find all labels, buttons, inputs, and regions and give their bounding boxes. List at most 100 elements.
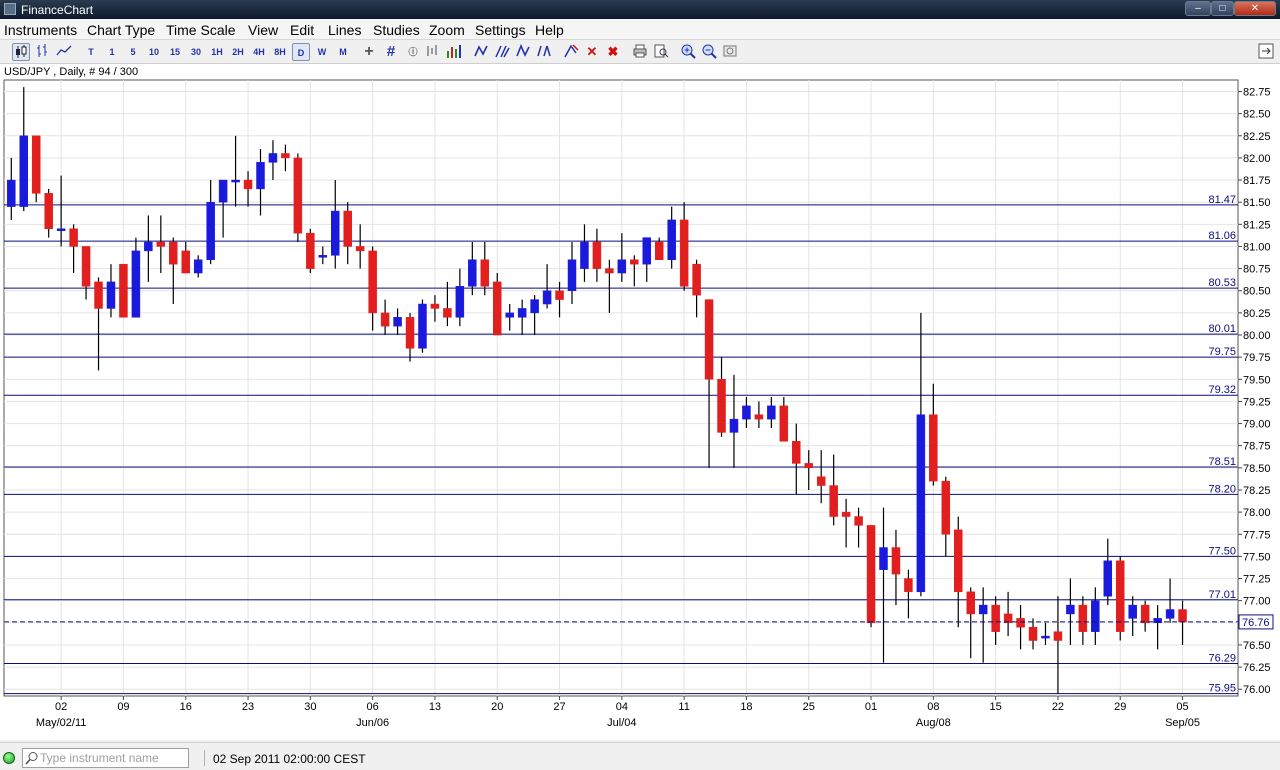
price-chart-canvas[interactable]: 82.75 82.50 82.25 82.00 81.75 81.50 81.25 81.00… <box>0 78 1280 740</box>
x-axis-tick-label: 20 <box>491 701 503 713</box>
candle-body <box>1165 609 1175 619</box>
crosshair-icon[interactable]: + <box>360 43 378 61</box>
zoom-reset-icon[interactable] <box>721 43 739 61</box>
candle-body <box>281 153 290 159</box>
channel-icon[interactable] <box>493 43 511 61</box>
y-axis-tick-label: 76.00 <box>1243 684 1271 696</box>
x-axis-tick-label: 27 <box>553 701 565 713</box>
delete-line-icon[interactable] <box>562 43 580 61</box>
timeframe-4h-button[interactable]: 4H <box>250 43 268 61</box>
timeframe-1-button[interactable]: 1 <box>103 43 121 61</box>
menu-help[interactable]: Help <box>535 22 564 38</box>
candle-body <box>904 578 913 593</box>
timeframe-w-button[interactable]: W <box>313 43 331 61</box>
trendline-icon[interactable] <box>472 43 490 61</box>
candle-body <box>231 179 240 183</box>
candle-body <box>1091 600 1100 632</box>
candle-body <box>630 259 639 265</box>
maximize-button[interactable]: □ <box>1211 1 1234 16</box>
price-chart[interactable]: 82.75 82.50 82.25 82.00 81.75 81.50 81.25 81.00… <box>0 78 1280 740</box>
candle-body <box>667 219 676 260</box>
candle-body <box>642 237 652 265</box>
timeframe-1h-button[interactable]: 1H <box>208 43 226 61</box>
timeframe-8h-button[interactable]: 8H <box>271 43 289 61</box>
menu-edit[interactable]: Edit <box>290 22 314 38</box>
menu-settings[interactable]: Settings <box>475 22 526 38</box>
candle-body <box>779 405 789 442</box>
candle-body <box>792 441 801 464</box>
zoom-out-icon[interactable] <box>700 43 718 61</box>
timeframe-15-button[interactable]: 15 <box>166 43 184 61</box>
horizontal-level-label: 80.01 <box>1208 323 1236 335</box>
bar-chart-icon[interactable] <box>34 43 52 61</box>
menu-time-scale[interactable]: Time Scale <box>166 22 236 38</box>
candle-body <box>542 290 552 305</box>
menu-view[interactable]: View <box>248 22 278 38</box>
timeframe-30-button[interactable]: 30 <box>187 43 205 61</box>
timeframe-m-button[interactable]: M <box>334 43 352 61</box>
timeframe-10-button[interactable]: 10 <box>145 43 163 61</box>
candle-body <box>929 414 938 482</box>
candle-body <box>306 232 315 269</box>
candle-body <box>1103 560 1113 597</box>
candlestick-chart-icon[interactable] <box>12 43 30 61</box>
candle-body <box>804 463 813 469</box>
x-axis-tick-label: 30 <box>304 701 316 713</box>
andrews-pitchfork-icon[interactable] <box>535 43 553 61</box>
menu-chart-type[interactable]: Chart Type <box>87 22 155 38</box>
delete-all-icon[interactable]: ✖ <box>604 43 622 61</box>
line-chart-icon[interactable] <box>55 43 73 61</box>
timeframe-5-button[interactable]: 5 <box>124 43 142 61</box>
candle-body <box>916 414 926 593</box>
minimize-button[interactable]: – <box>1185 1 1211 16</box>
fibonacci-icon[interactable] <box>514 43 532 61</box>
candle-body <box>318 255 328 258</box>
close-button[interactable]: ✕ <box>1234 1 1276 16</box>
grid-icon[interactable]: # <box>382 43 400 61</box>
x-axis-tick-label: 18 <box>740 701 752 713</box>
candle-body <box>517 308 527 318</box>
window-title: FinanceChart <box>21 3 94 17</box>
x-axis-month-label: May/02/11 <box>36 717 87 729</box>
y-axis-tick-label: 78.75 <box>1243 441 1271 453</box>
delete-icon[interactable]: ✕ <box>583 43 601 61</box>
zoom-in-icon[interactable] <box>679 43 697 61</box>
y-axis-tick-label: 79.00 <box>1243 419 1271 431</box>
candle-body <box>1178 609 1187 623</box>
y-axis-tick-label: 79.25 <box>1243 396 1271 408</box>
instrument-search-input[interactable] <box>40 750 185 766</box>
candle-body <box>978 604 988 615</box>
candle-body <box>405 317 415 349</box>
horizontal-level-label: 76.29 <box>1208 653 1236 665</box>
candle-body <box>268 153 278 163</box>
search-icon <box>25 752 38 765</box>
timeframe-d-button[interactable]: D <box>292 43 310 61</box>
panel-toggle-icon[interactable] <box>1257 43 1275 61</box>
candle-body <box>355 246 365 252</box>
horizontal-level-label: 77.50 <box>1208 545 1236 557</box>
timeframe-t-button[interactable]: T <box>82 43 100 61</box>
chart-symbol-label: USD/JPY , Daily, # 94 / 300 <box>4 66 139 78</box>
candle-body <box>7 179 16 207</box>
candle-body <box>555 290 564 300</box>
compare-icon[interactable] <box>424 43 442 61</box>
x-axis-month-label: Jul/04 <box>607 717 636 729</box>
candle-body <box>44 193 53 230</box>
print-preview-icon[interactable] <box>652 43 670 61</box>
instrument-search-box[interactable] <box>22 748 189 768</box>
timeframe-2h-button[interactable]: 2H <box>229 43 247 61</box>
status-bar: 02 Sep 2011 02:00:00 CEST <box>0 742 1280 770</box>
candle-body <box>617 259 627 274</box>
menu-instruments[interactable]: Instruments <box>4 22 77 38</box>
menu-studies[interactable]: Studies <box>373 22 420 38</box>
menu-zoom[interactable]: Zoom <box>429 22 465 38</box>
candle-body <box>1016 618 1025 628</box>
volume-bars-icon[interactable] <box>445 43 463 61</box>
candle-body <box>218 179 228 203</box>
x-axis-tick-label: 06 <box>367 701 379 713</box>
menu-lines[interactable]: Lines <box>328 22 361 38</box>
candle-body <box>443 308 452 318</box>
info-icon[interactable]: ⓘ <box>404 43 422 61</box>
candle-body <box>156 241 166 247</box>
print-icon[interactable] <box>631 43 649 61</box>
